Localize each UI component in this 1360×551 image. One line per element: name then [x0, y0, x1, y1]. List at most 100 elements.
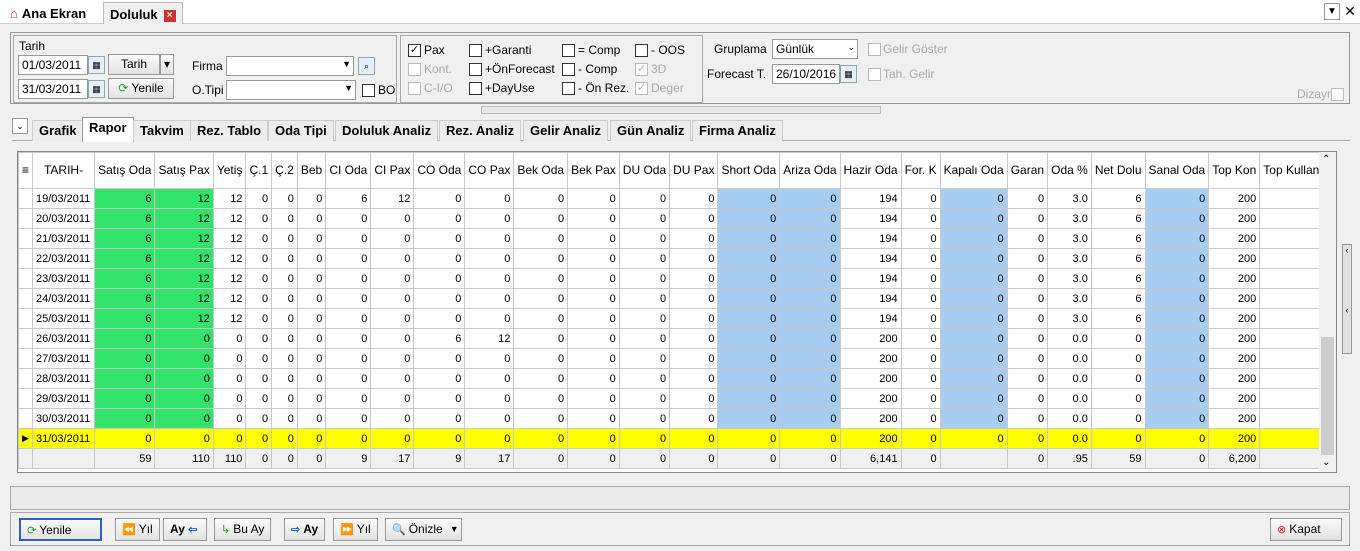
table-cell[interactable]: 0 [370, 408, 415, 429]
table-cell[interactable]: 200 [1208, 328, 1261, 349]
table-cell[interactable]: 0 [779, 408, 841, 429]
table-cell[interactable]: 6 [1090, 228, 1146, 249]
column-header[interactable]: Kapalı Oda [939, 152, 1008, 189]
table-cell[interactable]: 0 [370, 268, 415, 289]
table-cell[interactable]: 0 [1006, 228, 1049, 249]
table-row[interactable]: 24/03/2011 6 12 12 0 0 0 0 0 0 0 0 0 0 0 0 0 194 0 0 0 3.0 6 0 2… [18, 288, 1336, 309]
table-cell[interactable]: 0 [1144, 368, 1210, 389]
onizle-button[interactable]: 🔍 Önizle ▼ [385, 518, 462, 541]
table-cell[interactable]: 0 [94, 348, 156, 369]
table-cell[interactable]: 0 [1006, 448, 1049, 469]
table-cell[interactable]: 0 [1144, 448, 1210, 469]
table-cell[interactable]: 200 [1208, 408, 1261, 429]
calendar-icon[interactable]: ▦ [88, 80, 105, 98]
table-cell[interactable]: 12 [370, 188, 415, 209]
table-cell[interactable]: 200 [1208, 228, 1261, 249]
column-header[interactable]: Satış Oda [94, 152, 156, 189]
tab-doluluk-analiz[interactable]: Doluluk Analiz [335, 120, 439, 141]
table-cell[interactable]: 6 [325, 188, 372, 209]
table-cell[interactable]: 0 [1144, 308, 1210, 329]
table-cell[interactable]: 194 [839, 248, 902, 269]
table-cell[interactable]: 0 [464, 388, 515, 409]
table-cell[interactable]: 6 [94, 308, 156, 329]
onrez-checkbox[interactable] [562, 82, 575, 95]
yenile-filter-button[interactable]: ⟳ Yenile [108, 78, 174, 99]
table-cell[interactable]: 0 [669, 228, 719, 249]
table-cell[interactable]: 29/03/2011 [32, 388, 96, 409]
table-cell[interactable]: 0 [271, 308, 298, 329]
table-cell[interactable]: 0 [939, 228, 1008, 249]
tah-gelir-checkbox[interactable] [868, 68, 881, 81]
table-cell[interactable]: 0 [669, 288, 719, 309]
table-cell[interactable]: 6 [1090, 248, 1146, 269]
table-cell[interactable]: 17 [370, 448, 415, 469]
table-cell[interactable]: 0 [245, 368, 273, 389]
table-cell[interactable]: 0 [296, 288, 327, 309]
table-cell[interactable]: 0 [271, 448, 298, 469]
onforecast-checkbox[interactable] [469, 63, 482, 76]
table-cell[interactable]: 0 [271, 188, 298, 209]
table-cell[interactable]: 0 [464, 208, 515, 229]
table-cell[interactable]: 0 [245, 188, 273, 209]
table-cell[interactable]: 0 [1090, 428, 1146, 449]
table-cell[interactable]: 200 [1208, 348, 1261, 369]
comp-minus-checkbox[interactable] [562, 63, 575, 76]
side-panel-toggle[interactable]: ‹ ‹ [1342, 244, 1352, 354]
table-cell[interactable]: 0 [1006, 348, 1049, 369]
table-cell[interactable]: 0 [618, 388, 671, 409]
table-cell[interactable]: 3.0 [1047, 288, 1092, 309]
table-cell[interactable]: 31/03/2011 [32, 428, 96, 449]
table-cell[interactable]: 0 [245, 288, 273, 309]
table-cell[interactable]: 200 [1208, 388, 1261, 409]
table-cell[interactable]: 0 [717, 248, 781, 269]
table-cell[interactable]: 12 [212, 288, 247, 309]
table-cell[interactable]: 0 [413, 368, 466, 389]
table-cell[interactable]: 0 [669, 248, 719, 269]
table-cell[interactable]: 0 [900, 428, 941, 449]
table-cell[interactable]: 0 [271, 228, 298, 249]
table-cell[interactable]: 0 [567, 328, 620, 349]
table-cell[interactable]: 0 [296, 448, 327, 469]
table-cell[interactable]: 200 [839, 388, 902, 409]
table-cell[interactable]: 0 [245, 268, 273, 289]
table-cell[interactable]: 0 [717, 368, 781, 389]
table-cell[interactable]: 200 [1208, 368, 1261, 389]
kapat-button[interactable]: ⊗ Kapat [1270, 518, 1342, 541]
table-cell[interactable]: 0 [296, 328, 327, 349]
column-header[interactable]: Garan [1006, 152, 1049, 189]
tab-gelir-analiz[interactable]: Gelir Analiz [523, 120, 609, 141]
table-cell[interactable]: 0 [618, 228, 671, 249]
table-cell[interactable]: 0 [245, 428, 273, 449]
table-cell[interactable]: 0 [939, 288, 1008, 309]
table-cell[interactable]: 0 [717, 208, 781, 229]
table-cell[interactable]: 200 [1208, 248, 1261, 269]
table-cell[interactable]: 200 [1208, 208, 1261, 229]
table-cell[interactable]: 0 [717, 388, 781, 409]
table-cell[interactable]: 0 [717, 308, 781, 329]
table-cell[interactable]: 0 [94, 428, 156, 449]
table-cell[interactable]: 6 [94, 208, 156, 229]
table-cell[interactable]: 0 [212, 408, 247, 429]
column-header[interactable]: CI Pax [370, 152, 415, 189]
column-header[interactable]: For. K [900, 152, 941, 189]
table-cell[interactable]: 0 [94, 368, 156, 389]
table-cell[interactable]: 0 [717, 188, 781, 209]
table-cell[interactable]: 0 [513, 368, 569, 389]
table-cell[interactable]: 0 [669, 388, 719, 409]
tab-oda-tipi[interactable]: Oda Tipi [268, 120, 334, 141]
table-cell[interactable]: 0 [618, 368, 671, 389]
close-icon[interactable]: ✕ [1342, 3, 1358, 20]
dayuse-checkbox[interactable] [469, 82, 482, 95]
table-cell[interactable]: 0 [464, 228, 515, 249]
table-cell[interactable]: 0 [464, 288, 515, 309]
table-cell[interactable]: 6 [1090, 308, 1146, 329]
table-cell[interactable]: 0 [669, 348, 719, 369]
table-cell[interactable]: 0 [212, 328, 247, 349]
table-cell[interactable]: 0 [296, 348, 327, 369]
table-cell[interactable]: 0 [669, 448, 719, 469]
table-cell[interactable]: 0 [939, 328, 1008, 349]
this-month-button[interactable]: ↳ Bu Ay [214, 518, 272, 541]
table-cell[interactable]: 0 [370, 328, 415, 349]
table-cell[interactable]: 12 [212, 188, 247, 209]
table-cell[interactable]: 0 [567, 268, 620, 289]
